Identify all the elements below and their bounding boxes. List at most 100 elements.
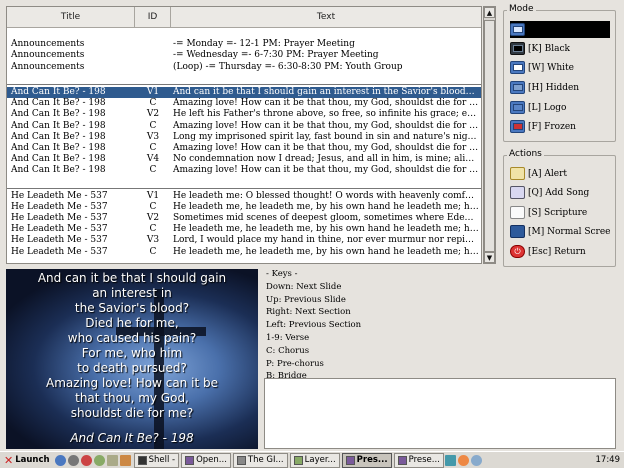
table-scrollbar[interactable]: ▲ ▼ (483, 6, 496, 264)
scripture-button[interactable]: [S] Scripture (510, 204, 610, 221)
terminal-icon[interactable] (119, 454, 131, 466)
taskbar-task[interactable]: Layer... (289, 452, 340, 468)
cell-id: V1 (146, 86, 160, 97)
column-header-title[interactable]: Title (7, 7, 135, 27)
taskbar-task[interactable]: Open... (181, 452, 231, 468)
lyric-line: the Savior's blood? (74, 301, 190, 315)
cell-text: -= Wednesday =- 6-7:30 PM: Prayer Meetin… (173, 50, 379, 61)
table-row[interactable]: He Leadeth Me - 537 C He leadeth me, he le… (7, 202, 481, 213)
launch-button[interactable]: ✕ Launch (0, 452, 54, 468)
keys-heading: - Keys - (266, 269, 298, 279)
table-row[interactable]: And Can It Be? - 198 V2 He left his Father… (7, 109, 481, 120)
cell-text: -= Monday =- 12-1 PM: Prayer Meeting (173, 39, 355, 50)
table-row[interactable]: Announcements (Loop) -= Thursday =- 6:30-… (7, 62, 481, 73)
task-label: Layer... (304, 455, 336, 465)
mode-black-button[interactable]: [K] Black (510, 40, 610, 57)
mode-frozen-button[interactable]: [F] Frozen (510, 118, 610, 135)
cell-title: And Can It Be? - 198 (11, 98, 106, 109)
table-row[interactable]: He Leadeth Me - 537 C He leadeth me, he le… (7, 247, 481, 258)
cell-id (135, 50, 171, 61)
task-list: Shell - Open... The GI... Layer... Pres... Pr… (132, 452, 444, 468)
cell-text: Long my imprisoned spirit lay, fast boun… (173, 131, 481, 142)
action-item-label: [A] Alert (528, 168, 568, 179)
table-row[interactable]: And Can It Be? - 198 C Amazing love! How c… (7, 165, 481, 176)
table-row[interactable]: Announcements -= Monday =- 12-1 PM: Praye… (7, 39, 481, 50)
table-row[interactable]: And Can It Be? - 198 V1 And can it be that… (7, 86, 481, 99)
window-icon (137, 455, 147, 465)
table-row[interactable]: And Can It Be? - 198 C Amazing love! How c… (7, 121, 481, 132)
column-header-id[interactable]: ID (135, 7, 171, 27)
cell-id: C (149, 98, 157, 109)
frozen-screen-icon (510, 120, 525, 133)
add-song-button[interactable]: [Q] Add Song (510, 184, 610, 201)
clock: 17:49 (595, 455, 621, 465)
mode-hidden-button[interactable]: [H] Hidden (510, 79, 610, 96)
keys-help: - Keys - Down: Next Slide Up: Previous Sl… (266, 268, 616, 381)
window-icon (236, 455, 246, 465)
network-icon[interactable] (457, 454, 469, 466)
volume-icon[interactable] (444, 454, 456, 466)
table-row[interactable]: He Leadeth Me - 537 C He leadeth me, he le… (7, 224, 481, 235)
normal-screen-button[interactable]: [M] Normal Scree (510, 223, 610, 240)
table-spacer (7, 73, 481, 84)
scroll-thumb[interactable] (484, 20, 495, 252)
add-song-icon (510, 186, 525, 199)
cell-title: And Can It Be? - 198 (11, 86, 106, 97)
taskbar-task[interactable]: Shell - (133, 452, 180, 468)
mode-logo-button[interactable]: [L] Logo (510, 99, 610, 116)
table-row[interactable]: And Can It Be? - 198 C Amazing love! How c… (7, 98, 481, 109)
slide-preview: And can it be that I should gain an inter… (6, 269, 258, 449)
editor-icon[interactable] (106, 454, 118, 466)
mode-white-button[interactable]: [W] White (510, 59, 610, 76)
cell-id (135, 39, 171, 50)
alert-button[interactable]: [A] Alert (510, 165, 610, 182)
cell-title: He Leadeth Me - 537 (11, 213, 108, 223)
cell-text: Amazing love! How can it be that thou, m… (173, 98, 481, 109)
table-row[interactable]: And Can It Be? - 198 V3 Long my imprisoned… (7, 132, 481, 143)
files-icon[interactable] (93, 454, 105, 466)
table-header: Title ID Text (7, 7, 481, 28)
task-label: Shell - (148, 455, 176, 465)
monitor-icon (510, 23, 525, 36)
song-table[interactable]: Title ID Text Announcements -= Monday =- … (6, 6, 482, 264)
table-row[interactable]: He Leadeth Me - 537 V1 He leadeth me: O bl… (7, 191, 481, 202)
scroll-down-button[interactable]: ▼ (484, 252, 495, 263)
window-icon (185, 455, 195, 465)
table-row[interactable]: He Leadeth Me - 537 V2 Sometimes mid scene… (7, 213, 481, 224)
table-row[interactable]: And Can It Be? - 198 C Amazing love! How c… (7, 143, 481, 154)
action-item-label: [M] Normal Scree (528, 226, 610, 237)
table-row[interactable]: And Can It Be? - 198 V4 No condemnation no… (7, 154, 481, 165)
cell-title: He Leadeth Me - 537 (11, 190, 108, 201)
scroll-up-button[interactable]: ▲ (484, 7, 495, 18)
mode-item-label: [H] Hidden (528, 82, 580, 93)
table-body: Announcements -= Monday =- 12-1 PM: Praye… (7, 28, 481, 258)
cell-title: Announcements (11, 39, 85, 50)
return-button[interactable]: ⏻ [Esc] Return (510, 243, 610, 260)
taskbar-task[interactable]: Pres... (341, 452, 392, 468)
cell-text: He leadeth me, he leadeth me, by his own… (173, 201, 481, 212)
task-label: Open... (196, 455, 227, 465)
task-label: The GI... (247, 455, 284, 465)
key-hint: C: Chorus (266, 345, 310, 356)
cell-id: C (149, 224, 157, 235)
key-hint: P: Pre-chorus (266, 358, 324, 369)
mode-item-label: [K] Black (528, 43, 570, 54)
cell-id: V3 (146, 131, 160, 142)
cell-title: Announcements (11, 50, 85, 61)
logo-screen-icon (510, 101, 525, 114)
settings-icon[interactable] (67, 454, 79, 466)
launch-label: Launch (15, 455, 50, 465)
table-row[interactable]: He Leadeth Me - 537 V3 Lord, I would place… (7, 235, 481, 246)
notes-area[interactable] (264, 378, 616, 449)
actions-panel-title: Actions (507, 149, 544, 159)
cell-id: C (149, 246, 157, 257)
power-icon[interactable] (470, 454, 482, 466)
media-icon[interactable] (80, 454, 92, 466)
column-header-text[interactable]: Text (171, 7, 481, 27)
mode-live-button[interactable] (510, 21, 610, 38)
taskbar-task[interactable]: The GI... (232, 452, 288, 468)
table-row[interactable]: Announcements -= Wednesday =- 6-7:30 PM: … (7, 50, 481, 61)
scripture-icon (510, 206, 525, 219)
taskbar-task[interactable]: Prese... (393, 452, 444, 468)
browser-icon[interactable] (54, 454, 66, 466)
